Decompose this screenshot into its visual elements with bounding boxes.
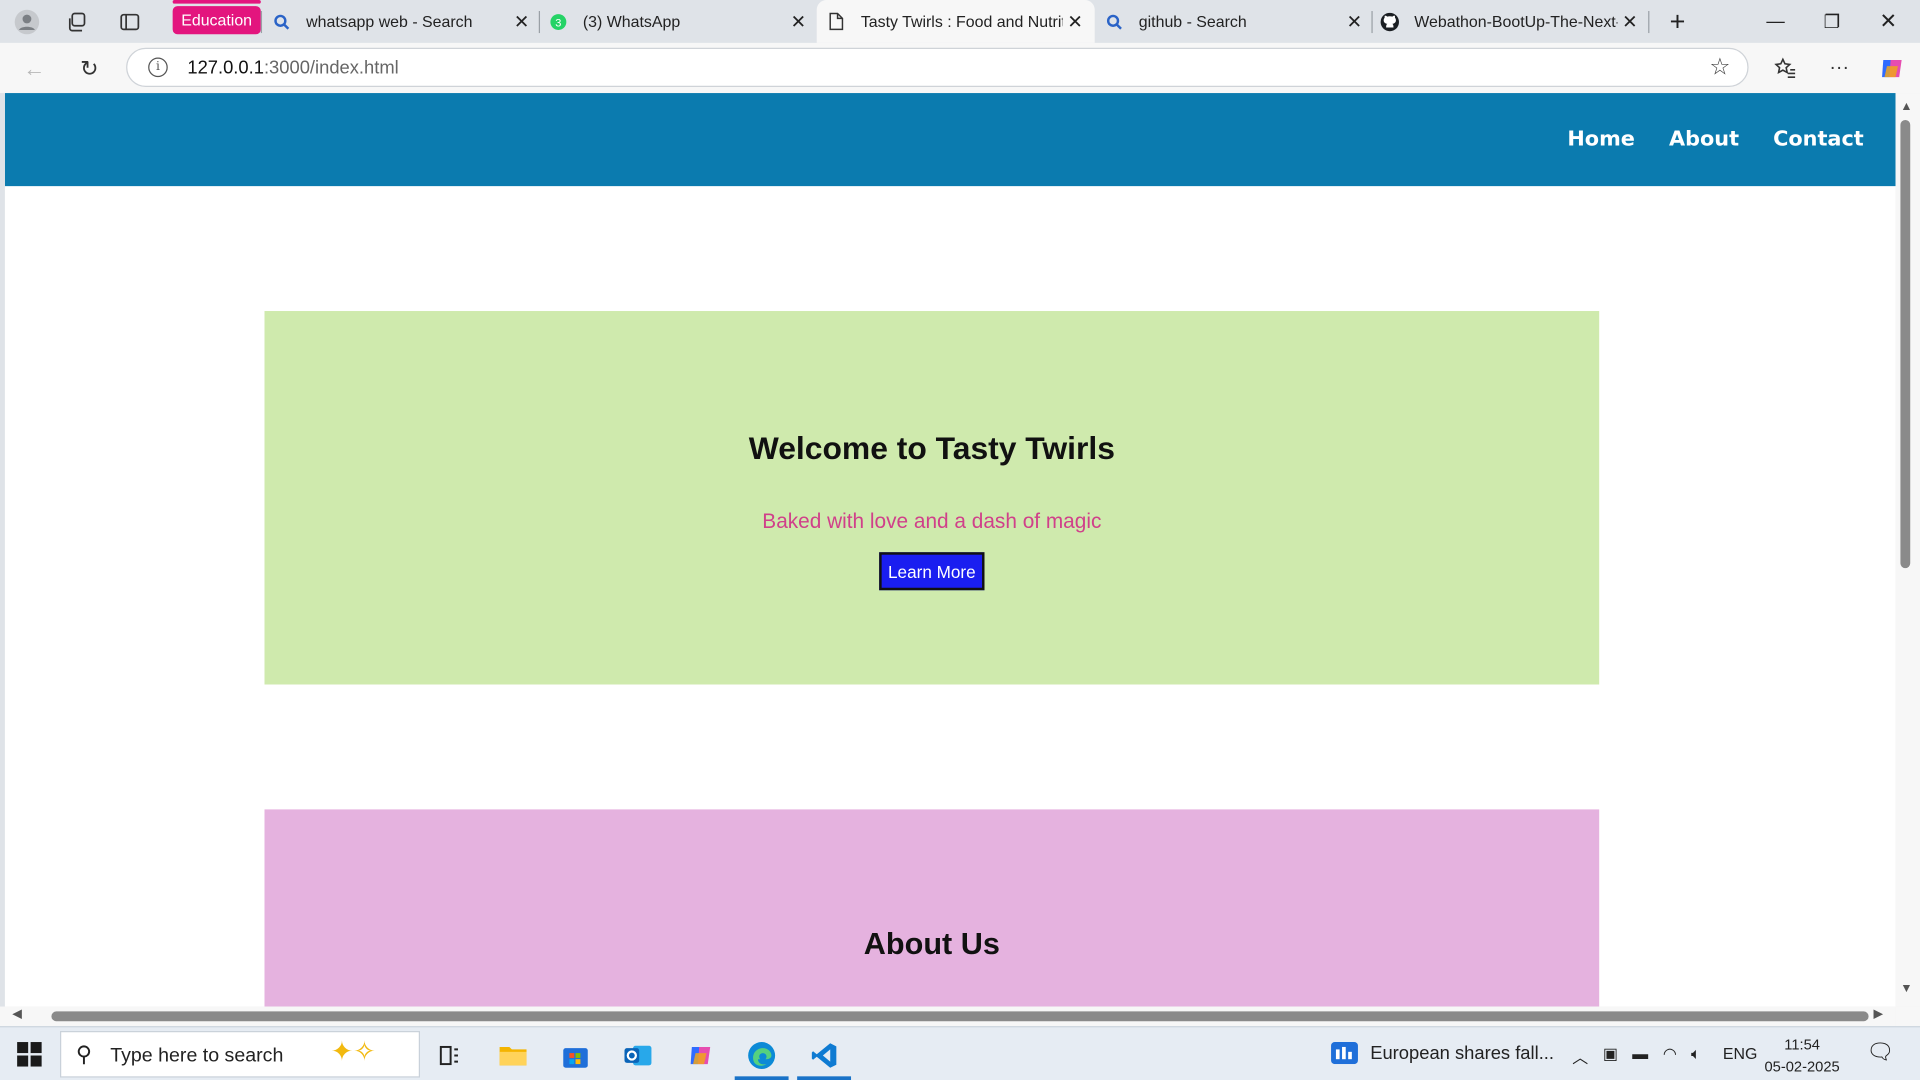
url-text[interactable]: 127.0.0.1:3000/index.html — [187, 58, 398, 79]
profile-icon[interactable] — [12, 7, 41, 36]
whatsapp-icon: 3 — [549, 12, 569, 32]
outlook-icon[interactable] — [611, 1033, 665, 1077]
search-icon — [1104, 12, 1124, 32]
volume-icon[interactable]: 🔈︎ — [1691, 1044, 1701, 1064]
news-widget[interactable]: European shares fall... — [1331, 1042, 1554, 1065]
microsoft-store-icon[interactable] — [549, 1033, 603, 1077]
task-view-icon[interactable] — [422, 1033, 476, 1077]
search-icon — [272, 12, 292, 32]
copilot-app-icon[interactable] — [673, 1033, 727, 1077]
site-navbar: Home About Contact — [4, 93, 1896, 187]
about-title: About Us — [863, 926, 1000, 962]
favorites-icon[interactable] — [1769, 53, 1801, 85]
close-window-button[interactable]: ✕ — [1860, 0, 1916, 43]
tab-actions-icon[interactable] — [115, 7, 144, 36]
nav-about-link[interactable]: About — [1669, 127, 1739, 151]
horizontal-scrollbar[interactable]: ◀ ▶ — [0, 1006, 1896, 1027]
copilot-icon[interactable] — [1876, 53, 1908, 85]
scroll-down-icon[interactable]: ▼ — [1900, 982, 1912, 995]
more-menu-icon[interactable]: ··· — [1823, 53, 1855, 85]
site-info-icon[interactable]: i — [148, 57, 168, 78]
tab-tasty-twirls[interactable]: Tasty Twirls : Food and Nutrition ✕ — [816, 0, 1095, 43]
scroll-left-icon[interactable]: ◀ — [12, 1008, 21, 1021]
edge-icon[interactable] — [734, 1033, 789, 1080]
tab-whatsapp-search[interactable]: whatsapp web - Search ✕ — [272, 0, 534, 43]
windows-start-icon[interactable] — [17, 1042, 42, 1067]
browser-toolbar: ← ↻ i 127.0.0.1:3000/index.html ☆ ··· — [0, 42, 1920, 94]
wifi-icon[interactable]: ◠ — [1663, 1044, 1677, 1064]
tab-github-repo[interactable]: Webathon-BootUp-The-Next-Gen ✕ — [1380, 0, 1642, 43]
close-tab-icon[interactable]: ✕ — [1618, 9, 1642, 33]
tab-group-label[interactable]: Education — [172, 0, 261, 35]
horizontal-scroll-thumb[interactable] — [51, 1011, 1869, 1022]
file-explorer-icon[interactable] — [486, 1033, 540, 1077]
notifications-icon[interactable]: 🗨︎ — [1866, 1040, 1894, 1066]
tab-whatsapp[interactable]: 3 (3) WhatsApp ✕ — [549, 0, 811, 43]
meet-now-icon[interactable]: ▣ — [1603, 1044, 1618, 1064]
restore-button[interactable]: ❐ — [1804, 0, 1860, 43]
battery-icon[interactable]: ▬ — [1632, 1044, 1648, 1062]
clock[interactable]: 11:54 05-02-2025 — [1765, 1033, 1840, 1077]
favorite-star-icon[interactable]: ☆ — [1709, 54, 1730, 82]
scroll-up-icon[interactable]: ▲ — [1900, 100, 1912, 113]
learn-more-button[interactable]: Learn More — [879, 552, 985, 591]
windows-taskbar: ⚲ Type here to search ✦✧ European shares… — [0, 1026, 1920, 1080]
search-icon: ⚲ — [75, 1042, 93, 1067]
address-bar[interactable]: i 127.0.0.1:3000/index.html ☆ — [126, 47, 1749, 87]
sparkle-icon: ✦✧ — [330, 1035, 376, 1067]
new-tab-button[interactable]: + — [1649, 0, 1705, 43]
tab-strip: Education whatsapp web - Search ✕ 3 (3) … — [0, 0, 1920, 43]
scroll-right-icon[interactable]: ▶ — [1873, 1008, 1882, 1021]
close-tab-icon[interactable]: ✕ — [509, 9, 533, 33]
language-indicator[interactable]: ENG — [1723, 1044, 1757, 1062]
nav-contact-link[interactable]: Contact — [1773, 127, 1864, 151]
vertical-scroll-thumb[interactable] — [1900, 120, 1911, 569]
close-tab-icon[interactable]: ✕ — [1063, 9, 1087, 33]
page-viewport: Home About Contact Welcome to Tasty Twir… — [4, 93, 1896, 1007]
vertical-scrollbar[interactable]: ▲ ▼ — [1895, 93, 1920, 1007]
hero-title: Welcome to Tasty Twirls — [748, 429, 1115, 467]
taskbar-search-box[interactable]: ⚲ Type here to search ✦✧ — [60, 1031, 421, 1078]
tab-github-search[interactable]: github - Search ✕ — [1104, 0, 1366, 43]
svg-text:3: 3 — [555, 17, 561, 29]
page-icon — [827, 12, 847, 32]
minimize-button[interactable]: — — [1747, 0, 1803, 43]
close-tab-icon[interactable]: ✕ — [1342, 9, 1366, 33]
workspaces-icon[interactable] — [62, 7, 91, 36]
hero-section: Welcome to Tasty Twirls Baked with love … — [264, 311, 1600, 685]
reload-icon[interactable]: ↻ — [73, 53, 105, 85]
close-tab-icon[interactable]: ✕ — [786, 9, 810, 33]
about-section: About Us — [264, 809, 1600, 1007]
vscode-icon[interactable] — [797, 1033, 852, 1080]
hero-tagline: Baked with love and a dash of magic — [762, 509, 1102, 533]
github-icon — [1380, 12, 1400, 32]
chevron-up-icon[interactable]: ︿ — [1572, 1044, 1588, 1067]
nav-home-link[interactable]: Home — [1567, 127, 1635, 151]
back-icon[interactable]: ← — [18, 53, 50, 85]
